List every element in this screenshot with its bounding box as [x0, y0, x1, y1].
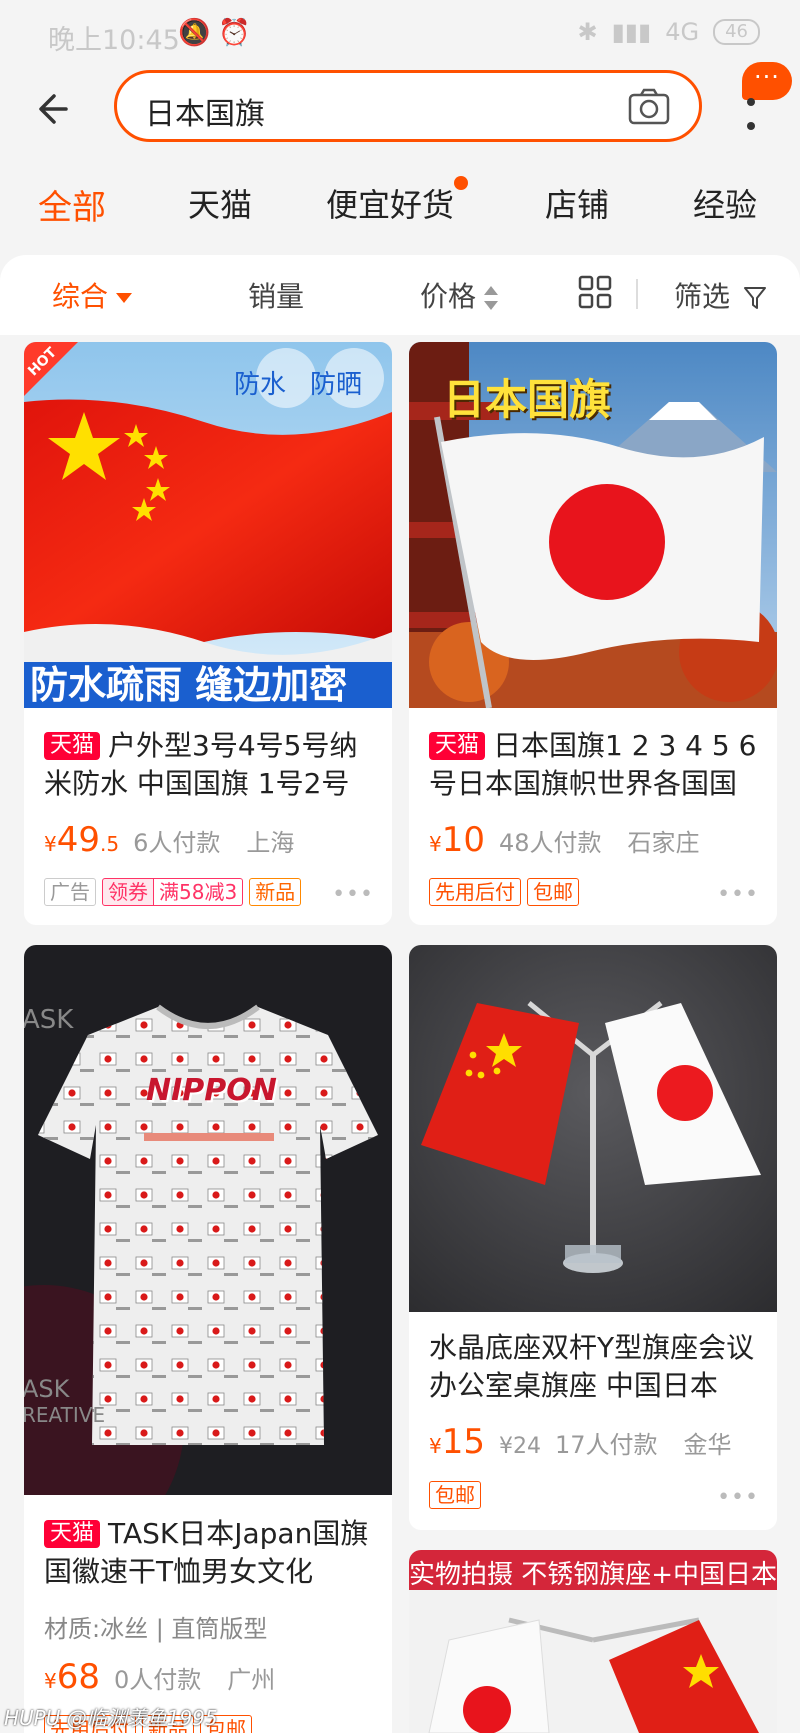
price-decimal: .5	[100, 832, 120, 856]
status-bar: 晚上10:45 🔕⏰ ✱ ▮▮▮ 4G 46	[0, 0, 800, 70]
tshirt-brand-text: NIPPON	[146, 1073, 277, 1108]
tmall-badge: 天猫	[429, 732, 486, 760]
tmall-badge: 天猫	[44, 1520, 101, 1548]
paid-count: 0人付款	[114, 1666, 202, 1694]
paid-count: 6人付款	[133, 829, 221, 857]
coupon-tag[interactable]: 领券	[102, 878, 154, 906]
product-image[interactable]: 日本国旗	[409, 342, 777, 708]
sort-arrows-icon	[484, 284, 499, 312]
tmall-badge: 天猫	[44, 732, 101, 760]
product-image[interactable]	[409, 945, 777, 1312]
battery-indicator: 46	[713, 19, 760, 45]
search-query: 日本国旗	[145, 97, 265, 132]
tab-all[interactable]: 全部	[38, 180, 106, 229]
tag-row: 先用后付 包邮	[429, 878, 585, 906]
mute-alarm-icons: 🔕⏰	[178, 18, 259, 48]
product-card[interactable]: 水晶底座双杆Y型旗座会议办公室桌旗座 中国日本 ¥15 ¥24 17人付款 金华 包邮…	[409, 945, 777, 1530]
product-image[interactable]: 实物拍摄 不锈钢旗座+中国日本桌旗	[409, 1550, 777, 1733]
location: 上海	[246, 829, 295, 857]
location: 广州	[227, 1666, 276, 1694]
caret-down-icon	[116, 293, 133, 303]
bg-text: ASK	[24, 1005, 74, 1035]
image-banner-text: 实物拍摄 不锈钢旗座+中国日本桌旗	[409, 1560, 777, 1590]
bg-text: ASK	[24, 1375, 70, 1403]
sort-price-label: 价格	[420, 280, 477, 313]
image-headline: 日本国旗	[443, 375, 612, 424]
tab-experience[interactable]: 经验	[693, 180, 757, 226]
tag-row: 广告 领券 满58减3 新品	[44, 878, 307, 906]
more-vertical-icon[interactable]	[745, 92, 757, 142]
tab-shops[interactable]: 店铺	[545, 180, 609, 226]
watermark: HUPU @临渊羡鱼1995	[4, 1706, 218, 1730]
discount-tag: 满58减3	[154, 878, 244, 906]
product-title[interactable]: 天猫 TASK日本Japan国旗国徽速干T恤男女文化	[44, 1515, 374, 1591]
product-image[interactable]: HOT 防水 防晒 防水疏雨 缝边加密	[24, 342, 392, 708]
paid-count: 17人付款	[555, 1431, 658, 1459]
network-type: 4G	[665, 18, 700, 46]
signal-icon: ▮▮▮	[611, 18, 652, 46]
product-card[interactable]: 日本国旗 天猫 日本国旗1 2 3 4 5 6号日本国旗帜世界各国国 ¥10 48人…	[409, 342, 777, 925]
filter-funnel-icon	[743, 287, 766, 309]
original-price: ¥24	[499, 1434, 541, 1459]
grid-view-icon[interactable]	[578, 275, 612, 309]
sort-price[interactable]: 价格	[420, 275, 499, 315]
price-symbol: ¥	[429, 832, 442, 856]
product-card[interactable]: NIPPON ASK ASK REATIVE 天猫 TASK日本Japan国旗国徽…	[24, 945, 392, 1733]
desk-flags-image	[409, 945, 777, 1312]
price-line: ¥10 48人付款 石家庄	[429, 820, 700, 860]
search-input[interactable]: 日本国旗	[114, 70, 702, 142]
price-line: ¥68 0人付款 广州	[44, 1657, 275, 1697]
tab-cheap-goods[interactable]: 便宜好货	[326, 176, 469, 226]
sort-sales[interactable]: 销量	[248, 275, 304, 315]
status-time: 晚上10:45	[48, 25, 180, 56]
tag-row: 包邮	[429, 1481, 487, 1509]
price-line: ¥49.5 6人付款 上海	[44, 820, 294, 860]
product-card[interactable]: HOT 防水 防晒 防水疏雨 缝边加密 天猫 户外型3号4号5号纳米防水 中国国旗…	[24, 342, 392, 925]
pay-later-tag: 先用后付	[429, 878, 521, 906]
status-right: ✱ ▮▮▮ 4G 46	[577, 18, 760, 46]
image-banner-text: 防水疏雨 缝边加密	[30, 663, 348, 707]
product-attributes: 材质:冰丝 | 直筒版型	[44, 1615, 268, 1643]
location: 金华	[683, 1431, 732, 1459]
more-options-icon[interactable]: •••	[332, 882, 374, 907]
product-title[interactable]: 水晶底座双杆Y型旗座会议办公室桌旗座 中国日本	[429, 1329, 759, 1405]
price-symbol: ¥	[44, 1669, 57, 1693]
product-image[interactable]: NIPPON ASK ASK REATIVE	[24, 945, 392, 1495]
price: 49	[56, 820, 100, 860]
ad-tag: 广告	[44, 878, 96, 906]
product-title[interactable]: 天猫 日本国旗1 2 3 4 5 6号日本国旗帜世界各国国	[429, 727, 759, 803]
paid-count: 48人付款	[499, 829, 602, 857]
new-dot	[454, 176, 469, 190]
sort-comprehensive[interactable]: 综合	[52, 275, 133, 315]
free-shipping-tag: 包邮	[527, 878, 579, 906]
filter-button[interactable]: 筛选	[674, 275, 767, 315]
free-shipping-tag: 包邮	[429, 1481, 481, 1509]
product-card[interactable]: 实物拍摄 不锈钢旗座+中国日本桌旗	[409, 1550, 777, 1733]
search-header: 日本国旗 ···	[0, 62, 800, 150]
price-symbol: ¥	[429, 1434, 442, 1458]
bg-text: REATIVE	[24, 1403, 106, 1427]
sort-comprehensive-label: 综合	[52, 280, 109, 313]
more-options-icon[interactable]: •••	[717, 1485, 759, 1510]
tab-tmall[interactable]: 天猫	[188, 180, 252, 226]
bubble-waterproof: 防水	[234, 370, 287, 400]
more-options-icon[interactable]: •••	[717, 882, 759, 907]
bubble-sunproof: 防晒	[310, 370, 363, 400]
price: 68	[56, 1657, 100, 1697]
price: 15	[441, 1422, 485, 1462]
camera-icon[interactable]	[627, 87, 671, 127]
filter-label: 筛选	[674, 280, 731, 313]
category-tabs: 全部 天猫 便宜好货 店铺 经验	[0, 170, 800, 240]
location: 石家庄	[627, 829, 700, 857]
divider	[636, 279, 638, 309]
price: 10	[441, 820, 485, 860]
bluetooth-icon: ✱	[577, 18, 598, 46]
sort-filter-bar: 综合 销量 价格 筛选	[0, 255, 800, 335]
price-symbol: ¥	[44, 832, 57, 856]
product-title[interactable]: 天猫 户外型3号4号5号纳米防水 中国国旗 1号2号	[44, 727, 374, 803]
price-line: ¥15 ¥24 17人付款 金华	[429, 1422, 732, 1462]
tab-cheap-goods-label: 便宜好货	[326, 186, 455, 224]
new-tag: 新品	[249, 878, 302, 906]
back-arrow-icon[interactable]	[36, 84, 76, 134]
